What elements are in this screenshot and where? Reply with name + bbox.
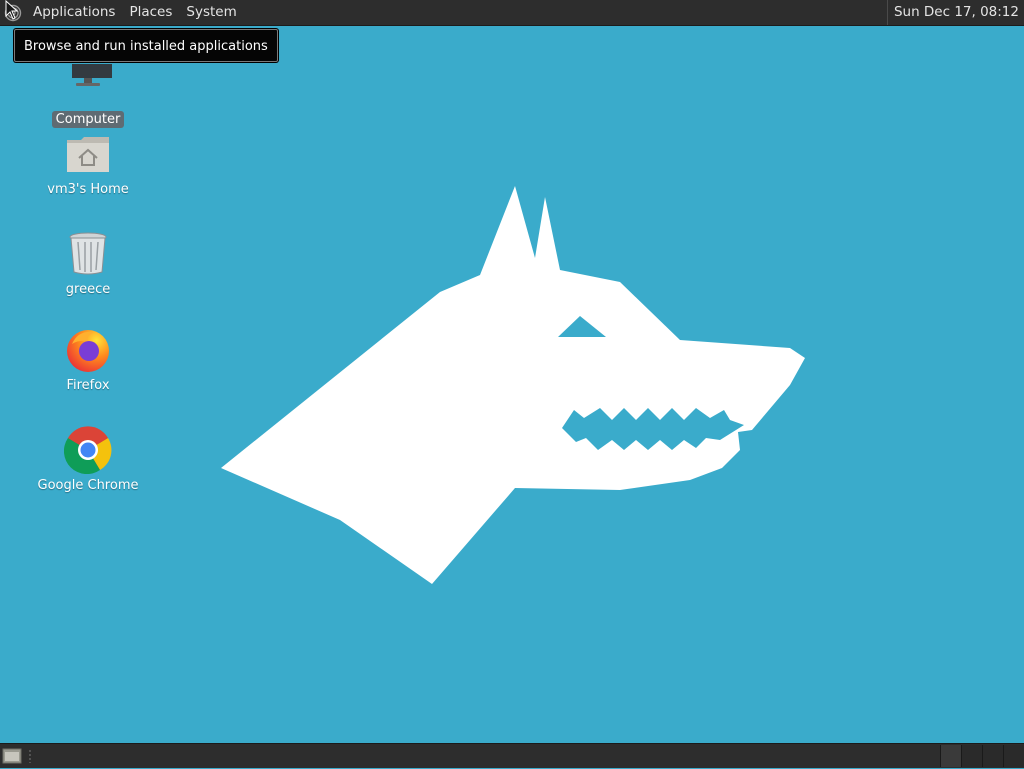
wallpaper-wolf-logo [221, 186, 805, 584]
places-menu[interactable]: Places [122, 0, 179, 25]
applications-menu[interactable]: Applications [26, 0, 122, 25]
computer-monitor-icon [62, 60, 114, 108]
desktop-icon-label: greece [65, 282, 111, 297]
desktop-icon-home[interactable]: vm3's Home [28, 130, 148, 198]
mouse-cursor-icon [5, 0, 19, 20]
desktop-icon-chrome[interactable]: Google Chrome [28, 426, 148, 494]
workspace-switcher[interactable] [940, 744, 1024, 768]
firefox-icon [62, 326, 114, 374]
chrome-icon [62, 426, 114, 474]
workspace-4[interactable] [1003, 745, 1024, 767]
system-menu[interactable]: System [179, 0, 243, 25]
desktop-icon-trash[interactable]: greece [28, 230, 148, 298]
desktop-icon-label: vm3's Home [47, 182, 129, 197]
desktop-icon-label: Firefox [66, 378, 110, 393]
desktop-icon-firefox[interactable]: Firefox [28, 326, 148, 394]
desktop-icon-computer[interactable]: Computer [28, 60, 148, 128]
trash-can-icon [62, 230, 114, 278]
workspace-1[interactable] [940, 745, 961, 767]
top-panel: Applications Places System Sun Dec 17, 0… [0, 0, 1024, 26]
applications-tooltip: Browse and run installed applications [14, 29, 278, 62]
desktop-icon-label: Google Chrome [37, 478, 139, 493]
workspace-2[interactable] [961, 745, 982, 767]
panel-grip-handle[interactable] [28, 749, 32, 763]
distro-spiral-icon[interactable] [0, 0, 26, 25]
home-folder-icon [62, 130, 114, 178]
workspace-3[interactable] [982, 745, 1003, 767]
panel-clock[interactable]: Sun Dec 17, 08:12 [886, 0, 1024, 25]
desktop-icon-label: Computer [51, 111, 125, 128]
bottom-panel [0, 743, 1024, 768]
show-desktop-icon[interactable] [2, 747, 22, 765]
